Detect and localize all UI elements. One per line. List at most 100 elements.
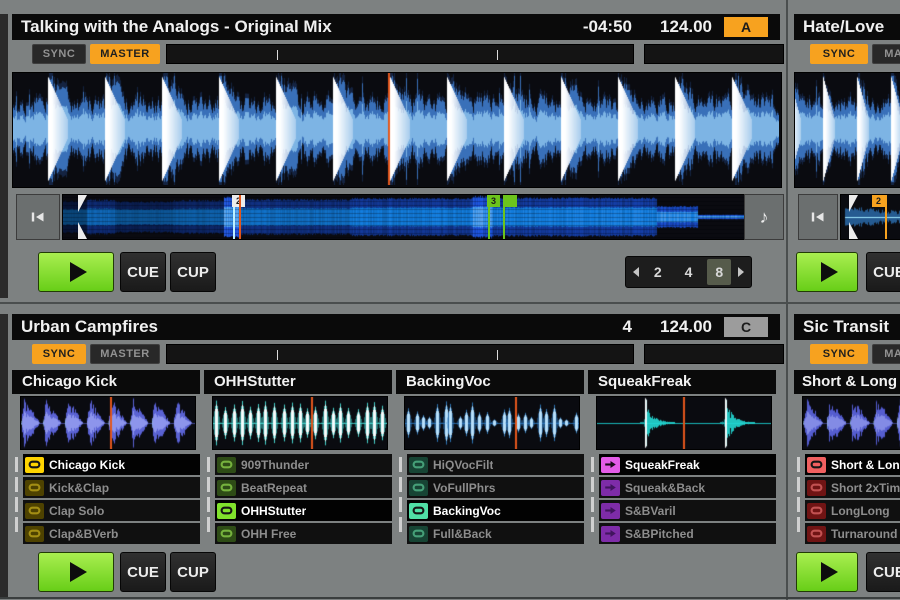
loop-icon bbox=[217, 480, 236, 496]
deck-b-cue-button[interactable]: CUE bbox=[866, 252, 900, 292]
slot-4-cell-3[interactable]: S&BVaril bbox=[599, 500, 776, 521]
slot-2-volume-strip[interactable] bbox=[204, 454, 213, 546]
deck-b-main-waveform[interactable] bbox=[795, 73, 900, 185]
cell-volume-bar[interactable] bbox=[797, 477, 800, 492]
slot-4-cell-2[interactable]: Squeak&Back bbox=[599, 477, 776, 498]
slot-d1-waveform[interactable] bbox=[803, 397, 900, 449]
deck-d-cue-button[interactable]: CUE bbox=[866, 552, 900, 592]
move-size-option-4[interactable]: 4 bbox=[677, 264, 701, 280]
slot-3-cell-1[interactable]: HiQVocFilt bbox=[407, 454, 584, 475]
slot-2-cell-4[interactable]: OHH Free bbox=[215, 523, 392, 544]
cell-volume-bar[interactable] bbox=[591, 457, 594, 472]
deck-a-stripe-overview[interactable]: 2 3 bbox=[62, 194, 746, 240]
slot-4-waveform-panel[interactable] bbox=[596, 396, 772, 450]
slot-1-volume-strip[interactable] bbox=[12, 454, 21, 546]
remix-slot-3: BackingVoc HiQVocFilt VoFullPhrs Backing… bbox=[396, 370, 584, 548]
cell-volume-bar[interactable] bbox=[15, 497, 18, 512]
slot-4-cell-1[interactable]: SqueakFreak bbox=[599, 454, 776, 475]
slot-2-waveform-panel[interactable] bbox=[212, 396, 388, 450]
slot-2-cell-2[interactable]: BeatRepeat bbox=[215, 477, 392, 498]
deck-b-hotcue-2-marker[interactable]: 2 bbox=[885, 195, 887, 239]
slot-1-cell-3[interactable]: Clap Solo bbox=[23, 500, 200, 521]
slot-3-waveform[interactable] bbox=[405, 397, 579, 449]
deck-a-sync-button[interactable]: SYNC bbox=[32, 44, 86, 64]
slot-4-waveform[interactable] bbox=[597, 397, 771, 449]
deck-c-master-button[interactable]: MASTER bbox=[90, 344, 160, 364]
deck-a-loop-marker[interactable] bbox=[503, 195, 505, 239]
slot-2-cell-3[interactable]: OHHStutter bbox=[215, 500, 392, 521]
slot-d1-cell-3[interactable]: LongLong bbox=[805, 500, 900, 521]
cell-volume-bar[interactable] bbox=[207, 457, 210, 472]
deck-a-bpm-display[interactable]: 124.00 bbox=[660, 17, 712, 37]
deck-a-hotcue-2-marker[interactable]: 2 bbox=[233, 195, 235, 239]
deck-b-stripe-overview[interactable]: 2 bbox=[840, 194, 900, 240]
slot-3-cell-4[interactable]: Full&Back bbox=[407, 523, 584, 544]
slot-d1-cell-2[interactable]: Short 2xTime bbox=[805, 477, 900, 498]
slot-3-cell-2[interactable]: VoFullPhrs bbox=[407, 477, 584, 498]
slot-d1-waveform-panel[interactable] bbox=[802, 396, 900, 450]
deck-c-bpm-display[interactable]: 124.00 bbox=[660, 317, 712, 337]
cell-volume-bar[interactable] bbox=[15, 517, 18, 532]
cell-volume-bar[interactable] bbox=[399, 457, 402, 472]
move-size-next-icon[interactable] bbox=[738, 267, 744, 277]
cell-volume-bar[interactable] bbox=[591, 477, 594, 492]
cell-label: S&BVaril bbox=[625, 504, 676, 518]
deck-d-play-button[interactable] bbox=[796, 552, 858, 592]
deck-a-skip-to-start-button[interactable] bbox=[16, 194, 60, 240]
slot-1-cell-2[interactable]: Kick&Clap bbox=[23, 477, 200, 498]
slot-3-cell-3[interactable]: BackingVoc bbox=[407, 500, 584, 521]
deck-a-waveform-panel[interactable] bbox=[12, 72, 782, 188]
deck-c-cup-button[interactable]: CUP bbox=[170, 552, 216, 592]
deck-a-cue-button[interactable]: CUE bbox=[120, 252, 166, 292]
cell-volume-bar[interactable] bbox=[399, 477, 402, 492]
slot-1-cell-1[interactable]: Chicago Kick bbox=[23, 454, 200, 475]
deck-a-cup-button[interactable]: CUP bbox=[170, 252, 216, 292]
deck-b-master-button[interactable]: MASTER bbox=[872, 44, 900, 64]
cell-volume-bar[interactable] bbox=[399, 517, 402, 532]
cell-volume-bar[interactable] bbox=[207, 497, 210, 512]
cell-volume-bar[interactable] bbox=[15, 477, 18, 492]
deck-c-cue-button[interactable]: CUE bbox=[120, 552, 166, 592]
cell-volume-bar[interactable] bbox=[399, 497, 402, 512]
move-size-option-2[interactable]: 2 bbox=[646, 264, 670, 280]
cell-volume-bar[interactable] bbox=[591, 517, 594, 532]
cell-volume-bar[interactable] bbox=[797, 517, 800, 532]
deck-a-hotcue-3-marker[interactable]: 3 bbox=[488, 195, 490, 239]
deck-c-letter-badge[interactable]: C bbox=[724, 317, 768, 337]
slot-2-cell-1[interactable]: 909Thunder bbox=[215, 454, 392, 475]
cell-volume-bar[interactable] bbox=[207, 477, 210, 492]
cell-volume-bar[interactable] bbox=[15, 457, 18, 472]
deck-a-master-button[interactable]: MASTER bbox=[90, 44, 160, 64]
slot-1-waveform-panel[interactable] bbox=[20, 396, 196, 450]
slot-4-cell-4[interactable]: S&BPitched bbox=[599, 523, 776, 544]
slot-1-cell-4[interactable]: Clap&BVerb bbox=[23, 523, 200, 544]
deck-a-play-button[interactable] bbox=[38, 252, 114, 292]
deck-b-play-button[interactable] bbox=[796, 252, 858, 292]
one-shot-arrow-icon bbox=[601, 457, 620, 473]
deck-a-beatjump-note-button[interactable]: ♪ bbox=[744, 194, 784, 240]
move-size-option-8-selected[interactable]: 8 bbox=[707, 259, 731, 285]
slot-d1-cell-4[interactable]: Turnaround bbox=[805, 523, 900, 544]
deck-a-main-waveform[interactable] bbox=[13, 73, 779, 185]
deck-c-play-button[interactable] bbox=[38, 552, 114, 592]
slot-4-volume-strip[interactable] bbox=[588, 454, 597, 546]
deck-b-sync-button[interactable]: SYNC bbox=[810, 44, 868, 64]
slot-2-waveform[interactable] bbox=[213, 397, 387, 449]
cell-volume-bar[interactable] bbox=[591, 497, 594, 512]
deck-c-sync-button[interactable]: SYNC bbox=[32, 344, 86, 364]
cell-volume-bar[interactable] bbox=[207, 517, 210, 532]
slot-3-volume-strip[interactable] bbox=[396, 454, 405, 546]
deck-d-master-button[interactable]: MASTER bbox=[872, 344, 900, 364]
deck-b-skip-to-start-button[interactable] bbox=[798, 194, 838, 240]
cell-volume-bar[interactable] bbox=[797, 457, 800, 472]
move-size-prev-icon[interactable] bbox=[633, 267, 639, 277]
deck-b-waveform-panel[interactable] bbox=[794, 72, 900, 188]
slot-3-waveform-panel[interactable] bbox=[404, 396, 580, 450]
deck-a-stripe-waveform[interactable] bbox=[63, 195, 745, 239]
slot-d1-cell-1[interactable]: Short & Long bbox=[805, 454, 900, 475]
cell-volume-bar[interactable] bbox=[797, 497, 800, 512]
deck-a-letter-badge[interactable]: A bbox=[724, 17, 768, 37]
slot-1-waveform[interactable] bbox=[21, 397, 195, 449]
deck-d-sync-button[interactable]: SYNC bbox=[810, 344, 868, 364]
slot-d1-volume-strip[interactable] bbox=[794, 454, 803, 546]
